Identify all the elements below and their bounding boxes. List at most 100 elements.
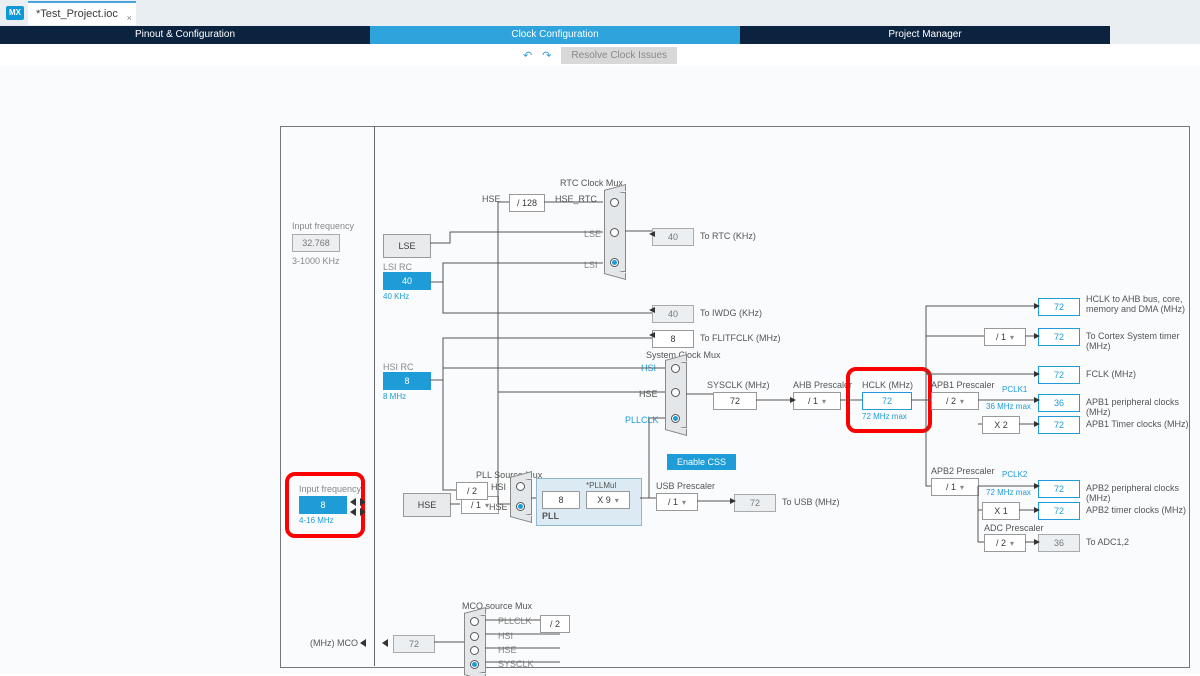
mco-sysclk[interactable] [470,660,479,669]
lse-input-label: Input frequency [292,221,354,231]
apb2-lbl: APB2 Prescaler [931,466,995,476]
apb2-max: 72 MHz max [986,488,1031,497]
diagram-canvas[interactable]: Input frequency 32.768 3-1000 KHz LSE LS… [0,66,1200,674]
mco-hsi[interactable] [470,632,479,641]
iwdg-out: 40 [652,305,694,323]
hclk-max: 72 MHz max [862,412,907,421]
out-ahb-l: HCLK to AHB bus, core, memory and DMA (M… [1086,294,1196,314]
apb1-max: 36 MHz max [986,402,1031,411]
out-fclk-v: 72 [1038,366,1080,384]
out-cortex-l: To Cortex System timer (MHz) [1086,331,1200,351]
sysclk-mux-hsi[interactable] [671,364,680,373]
ahb-div[interactable]: / 1 [793,392,841,410]
iwdg-lbl: To IWDG (KHz) [700,308,762,318]
out-fclk-l: FCLK (MHz) [1086,369,1136,379]
redo-icon[interactable]: ↷ [542,49,551,62]
pll-hsi: HSI [491,482,506,492]
pll-title: PLL [542,511,559,521]
ahb-lbl: AHB Prescaler [793,380,852,390]
apb1-lbl: APB1 Prescaler [931,380,995,390]
enable-css-button[interactable]: Enable CSS [667,454,736,470]
hse-block: HSE [403,493,451,517]
flitf-out: 8 [652,330,694,348]
out-tim1-l: APB1 Timer clocks (MHz) [1086,419,1189,429]
pclk1-hdr: PCLK1 [1002,385,1027,394]
mco-out-lbl: (MHz) MCO [310,638,358,648]
rtc-out: 40 [652,228,694,246]
undo-icon[interactable]: ↶ [523,49,532,62]
out-pclk2-l: APB2 peripheral clocks (MHz) [1086,483,1200,503]
resolve-button[interactable]: Resolve Clock Issues [561,47,677,64]
arrow-icon [350,508,356,516]
sysclk-hse: HSE [639,389,658,399]
cortex-div[interactable]: / 1 [984,328,1026,346]
arrow-icon [382,639,388,647]
pll-mult[interactable]: X 9 [586,491,630,509]
rtc-lse-lbl: LSE [584,229,601,239]
toolbar: ↶ ↷ Resolve Clock Issues [0,44,1200,66]
mco-hse[interactable] [470,646,479,655]
hse-freq-input[interactable]: 8 [299,496,347,514]
adc-val: 36 [1038,534,1080,552]
hsi-rc-label: HSI RC [383,362,414,372]
lsi-unit: 40 KHz [383,292,409,301]
mco-hsi-lbl: HSI [498,631,513,641]
sysclk-pllclk: PLLCLK [625,415,659,425]
rtc-mux-lsi[interactable] [610,258,619,267]
pll-div2: / 2 [456,482,488,500]
out-tim2-v: 72 [1038,502,1080,520]
rtc-lsi-lbl: LSI [584,260,598,270]
mco-pllclk[interactable] [470,617,479,626]
pll-mul-hdr: *PLLMul [586,481,616,490]
hsi-unit: 8 MHz [383,392,406,401]
out-ahb-v: 72 [1038,298,1080,316]
rtc-out-lbl: To RTC (KHz) [700,231,756,241]
hclk-val[interactable]: 72 [862,392,912,410]
sysclk-lbl: SYSCLK (MHz) [707,380,770,390]
rtc-mux-lse[interactable] [610,228,619,237]
rtc-div: / 128 [509,194,545,212]
apb1-x: X 2 [982,416,1020,434]
usb-div[interactable]: / 1 [656,493,698,511]
usb-lbl: To USB (MHz) [782,497,840,507]
close-icon[interactable]: × [127,7,132,29]
sysclk-val: 72 [713,392,757,410]
mco-pllclk-lbl: PLLCLK [498,616,532,626]
lse-range: 3-1000 KHz [292,256,340,266]
mco-val: 72 [393,635,435,653]
apb2-div[interactable]: / 1 [931,478,979,496]
mco-div: / 2 [540,615,570,633]
file-name: *Test_Project.ioc [36,8,118,20]
rtc-mux-hse[interactable] [610,198,619,207]
rtc-hse-rtc: HSE_RTC [555,194,597,204]
adc-div[interactable]: / 2 [984,534,1026,552]
arrow-icon [360,498,366,506]
out-pclk1-v: 36 [1038,394,1080,412]
rtc-hse-lbl: HSE [482,194,501,204]
apb2-x: X 1 [982,502,1020,520]
arrow-icon [350,498,356,506]
pll-src-hse[interactable] [516,502,525,511]
arrow-icon [360,639,366,647]
mco-hse-lbl: HSE [498,645,517,655]
apb1-div[interactable]: / 2 [931,392,979,410]
tab-pinout[interactable]: Pinout & Configuration [0,26,370,44]
sysclk-mux-pll[interactable] [671,414,680,423]
tab-project[interactable]: Project Manager [740,26,1110,44]
arrow-icon [360,508,366,516]
sysclk-hsi: HSI [641,363,656,373]
pll-src-hsi[interactable] [516,482,525,491]
sysclk-mux-hse[interactable] [671,388,680,397]
out-pclk1-l: APB1 peripheral clocks (MHz) [1086,397,1200,417]
lse-block: LSE [383,234,431,258]
tab-clock[interactable]: Clock Configuration [370,26,740,44]
app-badge: MX [6,6,24,20]
out-cortex-v: 72 [1038,328,1080,346]
pll-input: 8 [542,491,580,509]
out-pclk2-v: 72 [1038,480,1080,498]
lsi-value: 40 [383,272,431,290]
adc-lbl: ADC Prescaler [984,523,1044,533]
file-tab[interactable]: *Test_Project.ioc × [28,1,136,25]
tab-spacer [1110,26,1200,44]
lse-freq-input[interactable]: 32.768 [292,234,340,252]
